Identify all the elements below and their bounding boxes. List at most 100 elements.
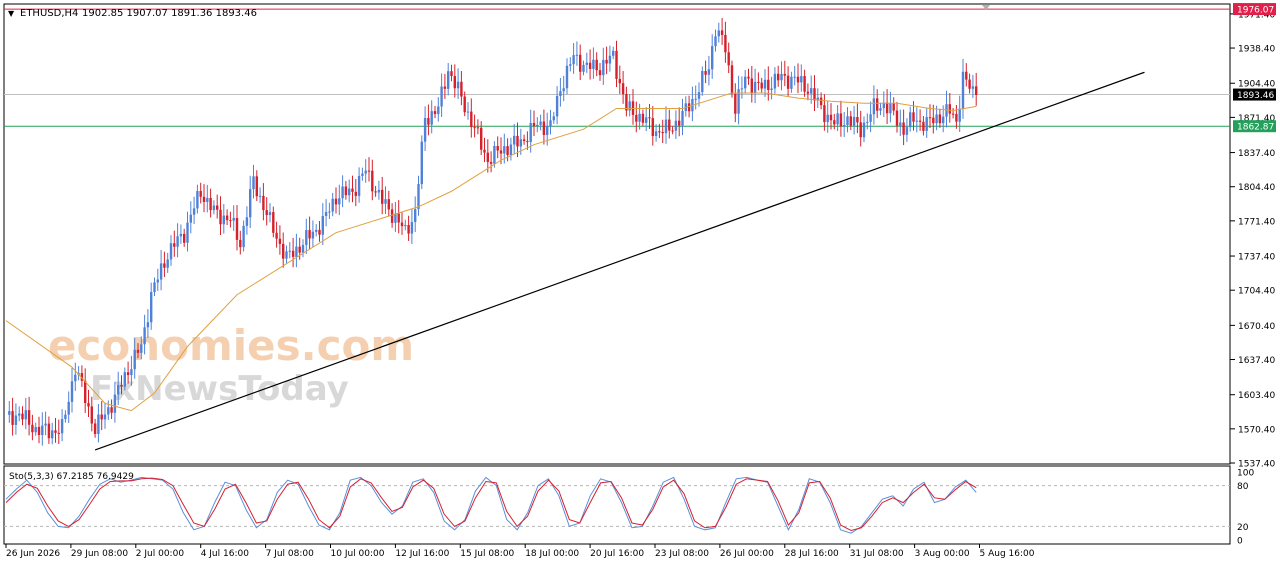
candle-body: [579, 54, 582, 72]
candle-body: [344, 186, 348, 196]
candle-body: [648, 117, 651, 119]
candle-body: [407, 224, 410, 234]
candle-body: [100, 414, 103, 420]
candle-body: [506, 146, 509, 156]
candle-body: [961, 71, 965, 109]
candle-body: [225, 215, 229, 221]
candle-body: [569, 64, 572, 66]
candle-body: [681, 110, 684, 126]
candle-body: [74, 374, 77, 382]
candle-body: [34, 426, 37, 433]
candle-body: [938, 114, 942, 124]
candle-body: [773, 73, 777, 89]
candle-body: [420, 141, 423, 185]
candle-body: [565, 65, 569, 89]
candle-body: [727, 52, 730, 66]
candle-body: [935, 114, 938, 124]
candle-body: [252, 176, 255, 190]
candle-body: [60, 419, 64, 434]
candle-body: [806, 91, 810, 94]
chart-canvas[interactable]: economies.com FxNewsToday 1971.401938.40…: [0, 0, 1280, 567]
candle-body: [905, 127, 909, 135]
candle-body: [562, 88, 565, 92]
candle-body: [889, 103, 892, 114]
time-tick-label: 15 Jul 08:00: [460, 549, 514, 559]
time-tick-label: 12 Jul 16:00: [395, 549, 449, 559]
candle-body: [496, 145, 499, 151]
candle-body: [305, 230, 308, 245]
candle-body: [846, 116, 849, 126]
candle-body: [176, 236, 179, 247]
candle-body: [196, 191, 199, 209]
candle-body: [747, 76, 750, 79]
candle-body: [87, 403, 90, 407]
candle-body: [866, 121, 869, 123]
candle-body: [668, 119, 671, 131]
candle-body: [879, 108, 882, 111]
candle-body: [295, 246, 298, 257]
dropdown-arrow-icon[interactable]: ▼: [8, 9, 15, 18]
candle-body: [687, 103, 691, 112]
candle-body: [480, 127, 483, 150]
candle-body: [318, 229, 321, 235]
candle-body: [31, 424, 34, 433]
candle-body: [605, 59, 608, 64]
candle-body: [466, 111, 470, 113]
candle-body: [608, 55, 612, 64]
candle-body: [714, 36, 717, 47]
candle-body: [750, 78, 753, 93]
candle-body: [255, 176, 258, 197]
candle-body: [433, 111, 437, 115]
stochastic-title: Sto(5,3,3) 67.2185 76.9429: [9, 472, 134, 482]
time-tick-label: 10 Jul 00:00: [331, 549, 385, 559]
candle-body: [265, 210, 268, 216]
candle-body: [11, 411, 14, 425]
candle-body: [740, 88, 744, 90]
candle-body: [381, 189, 384, 204]
candle-body: [308, 230, 311, 239]
price-tick-label: 1938.40: [1238, 45, 1275, 55]
candle-body: [338, 198, 341, 205]
candle-body: [334, 198, 338, 205]
time-tick-label: 18 Jul 00:00: [525, 549, 579, 559]
candle-body: [588, 62, 592, 69]
candle-body: [529, 122, 532, 143]
candle-body: [354, 191, 357, 196]
candle-body: [621, 83, 625, 95]
candle-body: [348, 188, 351, 196]
candle-body: [146, 322, 150, 328]
candle-body: [371, 170, 374, 192]
candle-body: [701, 71, 704, 93]
candle-body: [24, 410, 27, 420]
candle-body: [697, 92, 701, 99]
candle-body: [126, 372, 130, 376]
candle-body: [493, 145, 496, 164]
candle-body: [780, 73, 783, 81]
candle-body: [658, 131, 661, 133]
candle-body: [278, 238, 282, 244]
candle-body: [447, 71, 450, 89]
price-tick-label: 1670.40: [1238, 322, 1275, 332]
candle-body: [258, 195, 262, 197]
candle-body: [552, 116, 555, 121]
candle-body: [526, 141, 529, 143]
candle-body: [57, 432, 60, 434]
candle-body: [730, 65, 734, 94]
time-tick-label: 26 Jun 2026: [6, 549, 60, 559]
candle-body: [836, 113, 839, 125]
candle-body: [364, 170, 367, 174]
candle-body: [704, 71, 707, 75]
candle-body: [598, 70, 602, 76]
candle-body: [955, 113, 958, 122]
candle-body: [285, 251, 288, 259]
candle-body: [951, 113, 955, 115]
candle-body: [645, 117, 648, 123]
candle-body: [268, 212, 272, 216]
candle-body: [549, 120, 552, 127]
candle-body: [140, 344, 143, 353]
candle-body: [90, 406, 93, 424]
candle-body: [163, 263, 166, 268]
candle-body: [922, 121, 925, 131]
candle-body: [384, 199, 387, 204]
candle-body: [777, 73, 780, 81]
